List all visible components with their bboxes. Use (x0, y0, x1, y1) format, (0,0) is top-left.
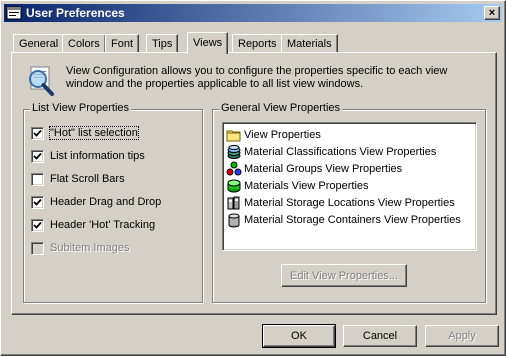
header-hot-tracking-checkbox[interactable] (31, 218, 44, 232)
list-item-label: Material Storage Containers View Propert… (244, 213, 461, 226)
list-item-label: Material Storage Locations View Properti… (244, 196, 455, 209)
checkmark-icon (33, 152, 42, 160)
hot-list-selection-label: "Hot" list selection (49, 126, 139, 140)
tab-views[interactable]: Views (187, 32, 229, 54)
tab-general[interactable]: General (13, 34, 65, 53)
apply-button[interactable]: Apply (425, 325, 499, 347)
tab-materials[interactable]: Materials (281, 34, 338, 53)
subitem-images-option[interactable]: Subitem Images (31, 240, 129, 256)
list-view-properties-group: List View Properties "Hot" list selectio… (23, 102, 203, 303)
app-icon (6, 6, 22, 20)
header-drag-and-drop-checkbox[interactable] (31, 195, 44, 209)
header-hot-tracking-option[interactable]: Header 'Hot' Tracking (31, 217, 155, 233)
flat-scroll-bars-checkbox[interactable] (31, 172, 44, 186)
subitem-images-label: Subitem Images (50, 242, 130, 254)
folder-icon (226, 130, 241, 141)
checkmark-icon (33, 198, 42, 206)
close-icon: × (488, 6, 496, 19)
list-item-label: View Properties (244, 128, 321, 141)
general-view-properties-label: General View Properties (219, 102, 343, 114)
list-item-material-storage-locations-view-properties[interactable]: Material Storage Locations View Properti… (223, 194, 476, 211)
hot-list-selection-checkbox[interactable] (31, 126, 44, 140)
list-item-label: Material Classifications View Properties (244, 145, 437, 158)
flat-scroll-bars-label: Flat Scroll Bars (50, 173, 125, 185)
magnifier-icon (29, 66, 54, 96)
tab-reports[interactable]: Reports (232, 34, 283, 53)
locations-icon (227, 196, 240, 209)
hot-list-selection-option[interactable]: "Hot" list selection (31, 125, 139, 141)
views-description: View Configuration allows you to configu… (66, 65, 448, 90)
header-drag-and-drop-option[interactable]: Header Drag and Drop (31, 194, 161, 210)
stack-icon (227, 144, 241, 159)
container-icon (228, 213, 240, 227)
tab-tips[interactable]: Tips (146, 34, 179, 53)
header-hot-tracking-label: Header 'Hot' Tracking (50, 219, 156, 231)
checkmark-icon (33, 129, 42, 137)
list-item-material-groups-view-properties[interactable]: Material Groups View Properties (223, 160, 476, 177)
ok-button[interactable]: OK (262, 324, 336, 348)
list-information-tips-checkbox[interactable] (31, 149, 44, 163)
checkmark-icon (33, 221, 42, 229)
cancel-button[interactable]: Cancel (343, 325, 417, 347)
list-item-label: Material Groups View Properties (244, 162, 403, 175)
list-item-material-storage-containers-view-properties[interactable]: Material Storage Containers View Propert… (223, 211, 476, 228)
list-item-material-classifications-view-properties[interactable]: Material Classifications View Properties (223, 143, 476, 160)
tab-colors[interactable]: Colors (62, 34, 106, 53)
general-view-properties-group: General View Properties View Properties M… (212, 102, 486, 303)
list-view-properties-label: List View Properties (30, 102, 132, 114)
list-item-materials-view-properties[interactable]: Materials View Properties (223, 177, 476, 194)
groups-icon (226, 161, 242, 175)
tab-font[interactable]: Font (105, 34, 140, 53)
header-drag-and-drop-label: Header Drag and Drop (50, 196, 162, 208)
flat-scroll-bars-option[interactable]: Flat Scroll Bars (31, 171, 125, 187)
edit-view-properties-button[interactable]: Edit View Properties... (281, 264, 407, 287)
list-item-label: Materials View Properties (244, 179, 369, 192)
user-preferences-dialog: User Preferences × General Colors Font T… (0, 0, 506, 356)
window-title: User Preferences (26, 6, 125, 20)
view-properties-list[interactable]: View Properties Material Classifications … (222, 122, 477, 251)
subitem-images-checkbox[interactable] (31, 241, 44, 255)
material-icon (227, 179, 241, 192)
list-item-view-properties[interactable]: View Properties (223, 126, 476, 143)
views-tab-panel: View Configuration allows you to configu… (11, 52, 497, 315)
title-bar[interactable]: User Preferences × (4, 4, 502, 22)
list-information-tips-label: List information tips (50, 150, 145, 162)
list-information-tips-option[interactable]: List information tips (31, 148, 145, 164)
close-button[interactable]: × (484, 6, 500, 20)
